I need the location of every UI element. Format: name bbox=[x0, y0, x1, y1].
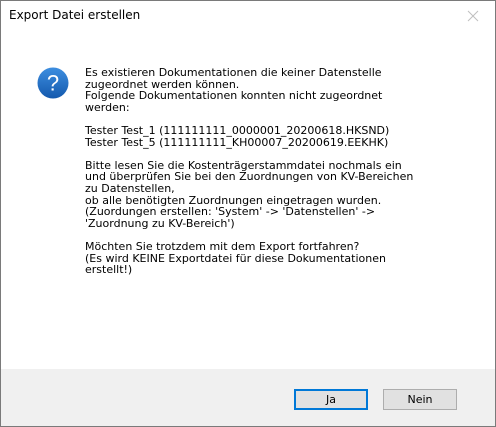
no-button[interactable]: Nein bbox=[383, 389, 457, 410]
yes-button-label: Ja bbox=[326, 393, 336, 406]
message-text: Es existieren Dokumentationen die keiner… bbox=[85, 67, 465, 276]
dialog-content: ? Es existieren Dokumentationen die kein… bbox=[1, 31, 495, 369]
message-line: Folgende Dokumentationen konnten nicht z… bbox=[85, 89, 383, 103]
message-line: erstellt!) bbox=[85, 263, 133, 277]
export-dialog: Export Datei erstellen ? Es existieren D… bbox=[0, 0, 496, 427]
yes-button[interactable]: Ja bbox=[294, 389, 368, 410]
message-line: Es existieren Dokumentationen die keiner… bbox=[85, 66, 382, 79]
message-line: zu Datenstellen, bbox=[85, 181, 175, 195]
close-button[interactable] bbox=[451, 1, 495, 31]
message-line: 'Zuordnung zu KV-Bereich') bbox=[85, 216, 235, 230]
message-line: Möchten Sie trotzdem mit dem Export fort… bbox=[85, 239, 360, 253]
question-icon: ? bbox=[37, 67, 69, 99]
message-line: Tester Test_1 (111111111_0000001_2020061… bbox=[85, 123, 390, 137]
message-line: Tester Test_5 (111111111_KH00007_2020061… bbox=[85, 135, 389, 149]
button-bar: Ja Nein bbox=[1, 369, 495, 426]
no-button-label: Nein bbox=[407, 393, 433, 406]
message-line: (Es wird KEINE Exportdatei für diese Dok… bbox=[85, 251, 386, 265]
close-icon bbox=[467, 10, 479, 22]
svg-text:?: ? bbox=[47, 71, 59, 96]
dialog-title: Export Datei erstellen bbox=[9, 8, 141, 22]
message-line: werden: bbox=[85, 100, 130, 114]
title-bar[interactable]: Export Datei erstellen bbox=[1, 1, 495, 31]
message-line: (Zuordungen erstellen: 'System' -> 'Date… bbox=[85, 205, 376, 219]
